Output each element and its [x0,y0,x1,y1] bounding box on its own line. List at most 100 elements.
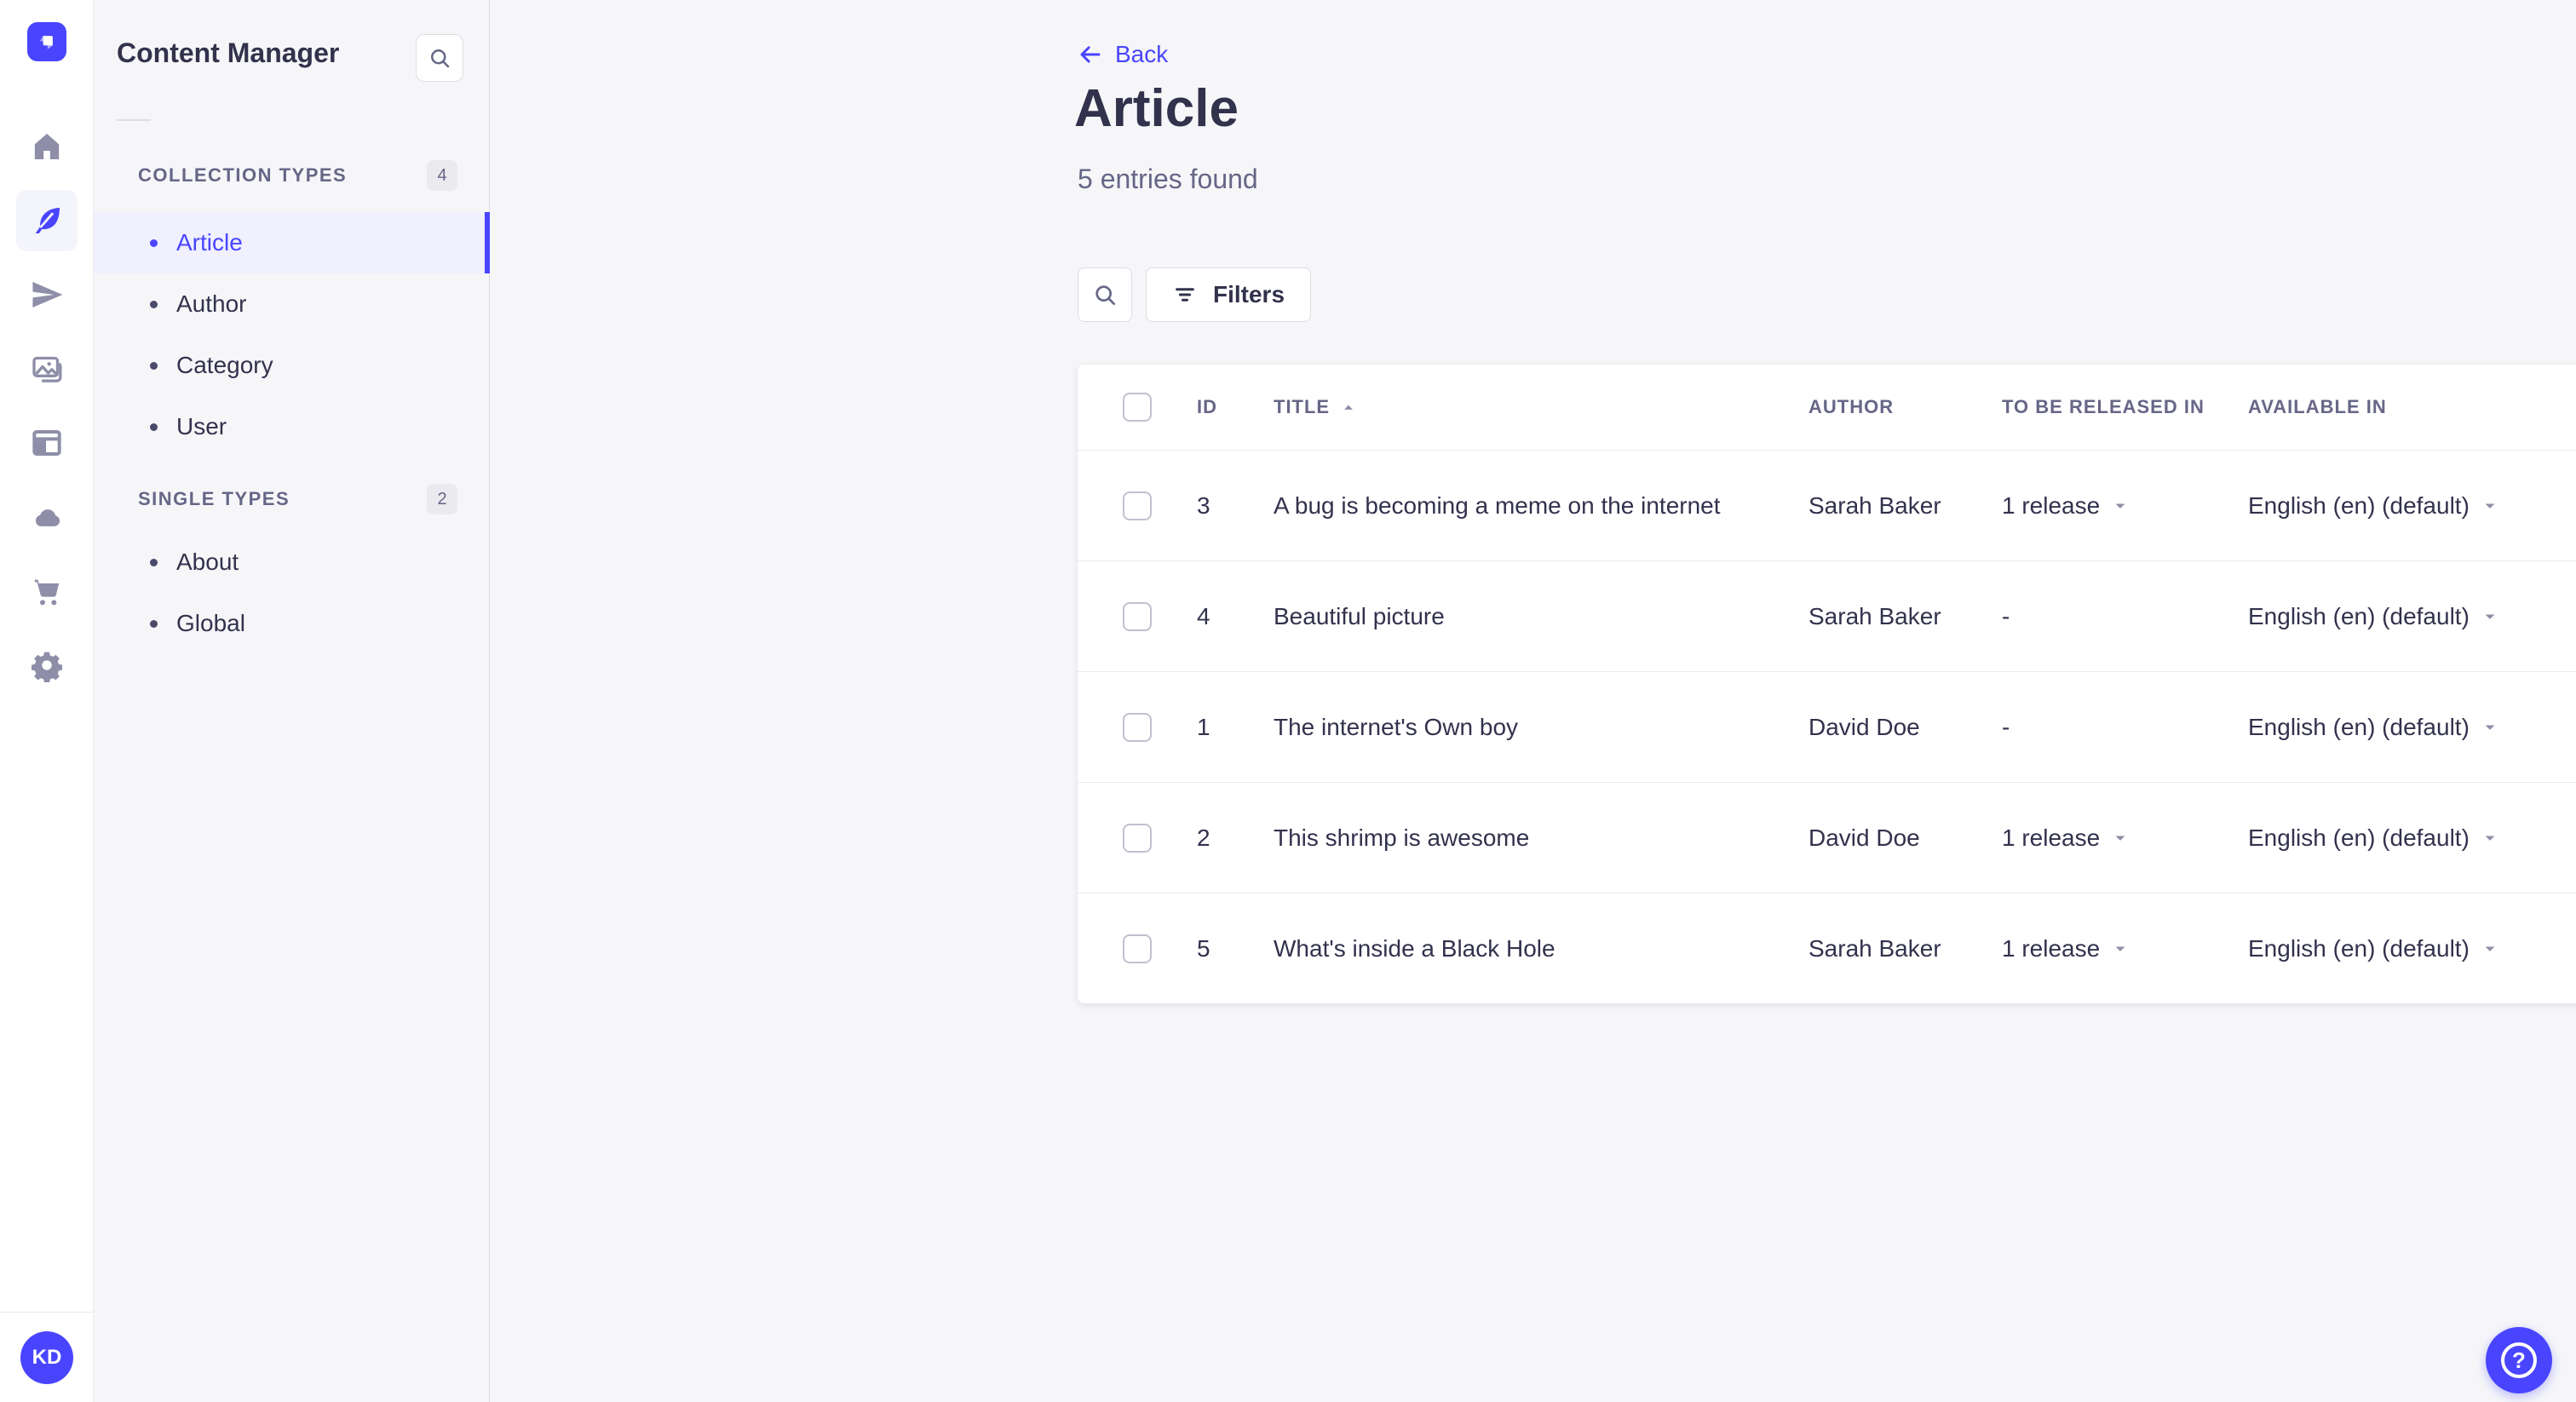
collection-types-label: COLLECTION TYPES [138,164,348,186]
subnav-item[interactable]: About [94,531,490,593]
back-link[interactable]: Back [1078,41,1168,68]
page-title: Article [1074,79,1239,138]
subnav-item[interactable]: Author [94,273,490,335]
cell-release[interactable]: - [2002,603,2248,630]
cell-author: David Doe [1808,713,1920,740]
home-icon[interactable] [16,116,78,177]
column-header-available-in: AVAILABLE IN [2248,396,2387,417]
cell-id: 3 [1197,491,1210,519]
user-avatar[interactable]: KD [20,1330,73,1384]
main-nav-rail: KD [0,0,94,1402]
table-row[interactable]: 2 This shrimp is awesome David Doe 1 rel… [1078,782,2576,893]
filters-button[interactable]: Filters [1146,267,1312,322]
cell-title: Beautiful picture [1274,602,1445,629]
cell-available-in[interactable]: English (en) (default) [2248,935,2576,962]
search-icon [431,49,450,68]
subnav-item-label: Author [176,290,247,317]
filters-label: Filters [1213,281,1285,307]
chevron-down-icon [2485,614,2495,619]
subnav-item-label: Article [176,229,243,256]
row-checkbox[interactable] [1123,934,1152,963]
subnav-item-label: Category [176,352,273,378]
single-types-label: SINGLE TYPES [138,488,290,509]
column-header-to-be-released-in: TO BE RELEASED IN [2002,396,2205,417]
row-checkbox[interactable] [1123,712,1152,742]
table-header-row: ID TITLE AUTHOR TO BE RELEASED IN AVAILA… [1078,365,2576,450]
entries-count: 5 entries found [1078,164,1258,194]
cell-release[interactable]: 1 release [2002,935,2248,962]
chevron-down-icon [2115,946,2125,951]
collection-types-list: Article Author Category User [94,212,490,457]
table-search-button[interactable] [1078,267,1132,322]
cell-available-in[interactable]: English (en) (default) [2248,825,2576,852]
cell-id: 1 [1197,713,1210,740]
filter-icon [1176,288,1194,302]
entries-table: ID TITLE AUTHOR TO BE RELEASED IN AVAILA… [1078,365,2576,1003]
cell-author: David Doe [1808,824,1920,851]
main-content: Back Article 5 entries found Create new … [490,0,2576,1402]
cloud-icon[interactable] [16,486,78,548]
cell-release[interactable]: - [2002,714,2248,741]
column-header-title[interactable]: TITLE [1274,396,1808,418]
bullet-icon [150,558,158,566]
cell-release[interactable]: 1 release [2002,492,2248,520]
cell-author: Sarah Baker [1808,934,1941,962]
subnav-item-label: User [176,413,227,440]
subnav-item[interactable]: Global [94,593,490,654]
row-checkbox[interactable] [1123,491,1152,520]
collection-types-header: COLLECTION TYPES 4 [94,160,490,191]
bullet-icon [150,300,158,308]
cell-author: Sarah Baker [1808,602,1941,629]
row-checkbox[interactable] [1123,823,1152,853]
chevron-down-icon [2115,836,2125,841]
cell-id: 2 [1197,824,1210,851]
subnav-item[interactable]: Category [94,335,490,396]
cell-release[interactable]: 1 release [2002,825,2248,852]
collection-types-count-badge: 4 [427,160,457,191]
table-row[interactable]: 1 The internet's Own boy David Doe - Eng… [1078,671,2576,782]
arrow-left-icon [1080,46,1101,63]
bullet-icon [150,422,158,431]
send-icon[interactable] [16,264,78,325]
cell-available-in[interactable]: English (en) (default) [2248,714,2576,741]
subnav-item-label: Global [176,610,245,636]
cell-author: Sarah Baker [1808,491,1941,519]
single-types-list: About Global [94,531,490,654]
back-label: Back [1115,41,1169,67]
subnav-divider [117,119,151,121]
column-header-id: ID [1197,396,1217,417]
cell-title: A bug is becoming a meme on the internet [1274,491,1721,519]
cell-available-in[interactable]: English (en) (default) [2248,492,2576,520]
subnav-title: Content Manager [117,37,340,68]
gear-icon[interactable] [16,635,78,696]
select-all-checkbox[interactable] [1123,393,1152,422]
single-types-header: SINGLE TYPES 2 [94,484,490,514]
sort-asc-icon [1344,405,1354,410]
table-row[interactable]: 4 Beautiful picture Sarah Baker - Englis… [1078,560,2576,671]
bullet-icon [150,238,158,247]
cell-title: This shrimp is awesome [1274,824,1530,851]
content-manager-subnav: Content Manager COLLECTION TYPES 4 Artic… [94,0,490,1402]
chevron-down-icon [2485,946,2495,951]
chevron-down-icon [2485,836,2495,841]
layout-icon[interactable] [16,412,78,474]
cell-available-in[interactable]: English (en) (default) [2248,603,2576,630]
strapi-logo[interactable] [27,22,66,61]
rail-footer: KD [0,1312,94,1402]
row-checkbox[interactable] [1123,601,1152,631]
media-library-icon[interactable] [16,338,78,399]
table-row[interactable]: 5 What's inside a Black Hole Sarah Baker… [1078,893,2576,1003]
content-manager-feather-icon[interactable] [16,190,78,251]
subnav-search-button[interactable] [416,34,463,82]
subnav-item[interactable]: User [94,396,490,457]
subnav-item-label: About [176,549,239,575]
table-row[interactable]: 3 A bug is becoming a meme on the intern… [1078,450,2576,560]
subnav-item[interactable]: Article [94,212,490,273]
help-button[interactable]: ? [2486,1327,2552,1393]
cell-id: 4 [1197,602,1210,629]
cart-icon[interactable] [16,560,78,622]
bullet-icon [150,361,158,370]
single-types-count-badge: 2 [427,484,457,514]
cell-title: The internet's Own boy [1274,713,1519,740]
bullet-icon [150,619,158,628]
